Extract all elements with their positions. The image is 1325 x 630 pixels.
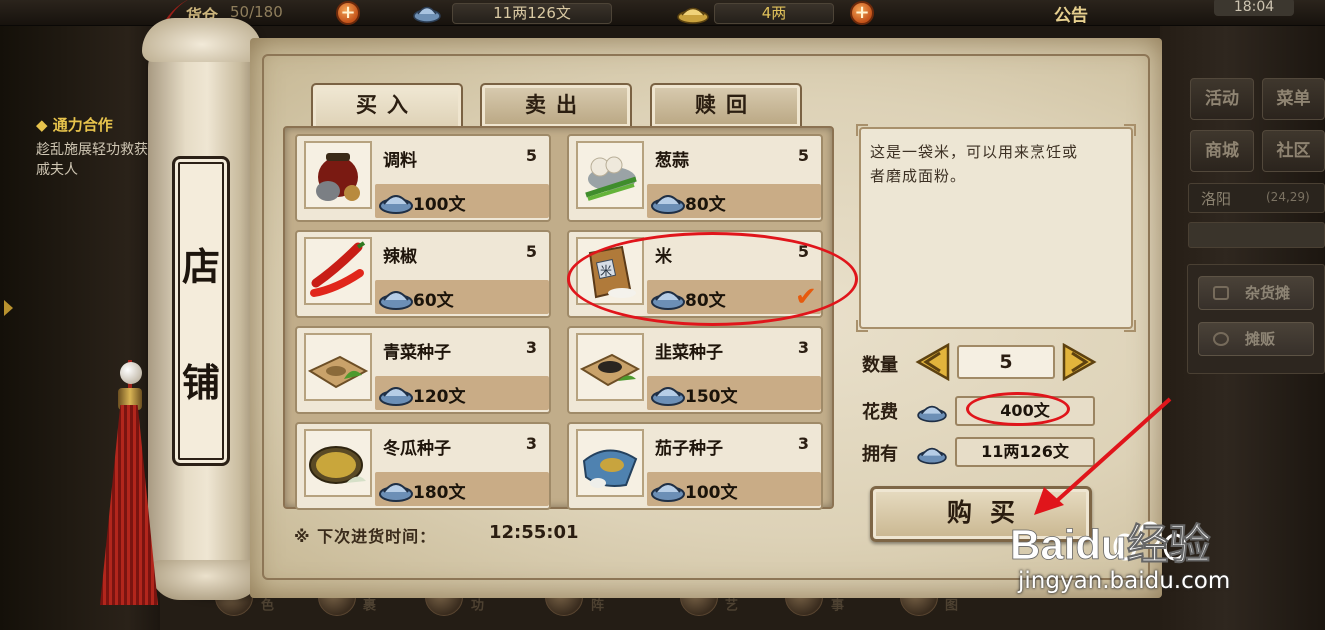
- silver-ingot-icon: [379, 483, 413, 502]
- watermark-brand: Baidu经验: [1010, 521, 1211, 568]
- item-stock: 5: [525, 146, 537, 165]
- item-name: 辣椒: [383, 247, 417, 267]
- chili-pepper-icon: [304, 237, 372, 305]
- item-price: 80文: [685, 195, 726, 215]
- mall-button[interactable]: 商城: [1190, 130, 1254, 172]
- quest-description: 趁乱施展轻功救获戚夫人: [36, 142, 148, 178]
- item-name: 冬瓜种子: [383, 439, 451, 459]
- community-button[interactable]: 社区: [1262, 130, 1325, 172]
- item-stock: 3: [797, 338, 809, 357]
- item-name: 葱蒜: [655, 151, 689, 171]
- silver-ingot-icon: [651, 387, 685, 406]
- corner-ornament: [1124, 124, 1136, 136]
- location-city: 洛阳: [1201, 190, 1232, 208]
- item-name: 韭菜种子: [655, 343, 723, 363]
- item-price: 180文: [413, 483, 466, 503]
- general-stall-label: 杂货摊: [1245, 284, 1291, 302]
- silver-ingot-icon: [651, 195, 685, 214]
- quantity-field[interactable]: 5: [957, 345, 1055, 379]
- scroll-bottom-cap: [150, 560, 262, 600]
- silver-ingot-icon: [379, 387, 413, 406]
- tab-redeem[interactable]: 赎回: [650, 83, 802, 127]
- watermark-url: jingyan.baidu.com: [1018, 568, 1231, 594]
- minimap-strip[interactable]: [1188, 222, 1325, 248]
- corner-ornament: [856, 320, 868, 332]
- item-name: 茄子种子: [655, 439, 723, 459]
- chive-seed-icon: [576, 333, 644, 401]
- item-description: 这是一袋米，可以用来烹饪或者磨成面粉。: [870, 143, 1079, 185]
- increase-quantity-icon[interactable]: [1062, 343, 1098, 381]
- item-stock: 3: [525, 434, 537, 453]
- silver-ingot-icon: [379, 291, 413, 310]
- quest-title[interactable]: ◆ 通力合作: [36, 114, 113, 135]
- corner-ornament: [1124, 320, 1136, 332]
- gold-balance: 4两: [714, 3, 834, 24]
- owned-label: 拥有: [862, 444, 898, 465]
- notice-button[interactable]: 公告: [1054, 1, 1088, 26]
- eggplant-seed-icon: [576, 429, 644, 497]
- general-stall-button[interactable]: 杂货摊: [1198, 276, 1314, 310]
- silver-balance: 11两126文: [452, 3, 612, 24]
- decrease-quantity-icon[interactable]: [914, 343, 950, 381]
- item-card-chive-seed[interactable]: 韭菜种子 3 150文: [567, 326, 823, 414]
- scroll-top-cap: [142, 18, 262, 62]
- quantity-label: 数量: [862, 355, 898, 376]
- vendor-button[interactable]: 摊贩: [1198, 322, 1314, 356]
- add-gold-button[interactable]: +: [850, 1, 874, 25]
- add-inventory-button[interactable]: +: [336, 1, 360, 25]
- expand-arrow-icon[interactable]: [4, 300, 13, 316]
- item-price: 150文: [685, 387, 738, 407]
- silver-ingot-icon: [917, 405, 947, 423]
- greens-seed-icon: [304, 333, 372, 401]
- item-card-greens-seed[interactable]: 青菜种子 3 120文: [295, 326, 551, 414]
- item-card-eggplant-seed[interactable]: 茄子种子 3 100文: [567, 422, 823, 510]
- shop-title-char-1: 店: [181, 244, 220, 289]
- location-coords: (24,29): [1266, 190, 1310, 204]
- highlight-rice-circle: [567, 232, 858, 326]
- item-stock: 3: [797, 434, 809, 453]
- seasoning-jars-icon: [304, 141, 372, 209]
- item-card-scallion-garlic[interactable]: 葱蒜 5 80文: [567, 134, 823, 222]
- item-name: 调料: [383, 151, 417, 171]
- item-card-chili[interactable]: 辣椒 5 60文: [295, 230, 551, 318]
- silver-ingot-icon: [917, 447, 947, 465]
- item-stock: 3: [525, 338, 537, 357]
- clock: 18:04: [1214, 0, 1294, 16]
- item-name: 青菜种子: [383, 343, 451, 363]
- silver-coin-icon: [413, 6, 441, 23]
- vendor-icon: [1213, 332, 1229, 346]
- restock-label: ※ 下次进货时间：: [294, 527, 437, 546]
- restock-timer: 12:55:01: [489, 522, 579, 543]
- cost-label: 花费: [862, 402, 898, 423]
- silver-ingot-icon: [379, 195, 413, 214]
- stall-icon: [1213, 286, 1229, 300]
- shop-title-plate: [172, 156, 230, 466]
- scallion-garlic-icon: [576, 141, 644, 209]
- item-stock: 5: [797, 146, 809, 165]
- shop-title-char-2: 铺: [181, 360, 220, 405]
- menu-button[interactable]: 菜单: [1262, 78, 1325, 120]
- activity-button[interactable]: 活动: [1190, 78, 1254, 120]
- item-price: 100文: [685, 483, 738, 503]
- gold-ingot-icon: [677, 7, 709, 24]
- wax-gourd-seed-icon: [304, 429, 372, 497]
- tab-buy[interactable]: 买入: [311, 83, 463, 131]
- tassel-bead: [120, 362, 142, 384]
- item-price: 100文: [413, 195, 466, 215]
- tab-sell[interactable]: 卖出: [480, 83, 632, 127]
- vendor-label: 摊贩: [1245, 330, 1276, 348]
- item-price: 60文: [413, 291, 454, 311]
- item-card-wax-gourd-seed[interactable]: 冬瓜种子 3 180文: [295, 422, 551, 510]
- item-stock: 5: [525, 242, 537, 261]
- item-price: 120文: [413, 387, 466, 407]
- corner-ornament: [856, 124, 868, 136]
- item-card-seasoning[interactable]: 调料 5 100文: [295, 134, 551, 222]
- silver-ingot-icon: [651, 483, 685, 502]
